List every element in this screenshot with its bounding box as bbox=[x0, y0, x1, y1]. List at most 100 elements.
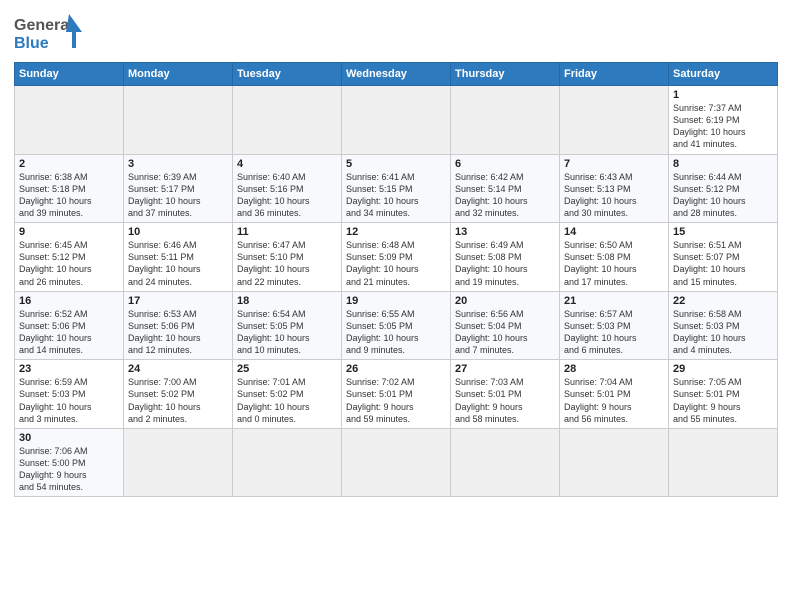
day-number: 24 bbox=[128, 363, 228, 375]
calendar-cell: 6Sunrise: 6:42 AMSunset: 5:14 PMDaylight… bbox=[451, 154, 560, 223]
day-header-saturday: Saturday bbox=[669, 63, 778, 86]
day-header-sunday: Sunday bbox=[15, 63, 124, 86]
day-info: Sunrise: 6:44 AMSunset: 5:12 PMDaylight:… bbox=[673, 171, 773, 220]
calendar-cell bbox=[342, 86, 451, 155]
day-number: 13 bbox=[455, 226, 555, 238]
calendar-cell: 30Sunrise: 7:06 AMSunset: 5:00 PMDayligh… bbox=[15, 428, 124, 497]
week-row-1: 2Sunrise: 6:38 AMSunset: 5:18 PMDaylight… bbox=[15, 154, 778, 223]
day-number: 23 bbox=[19, 363, 119, 375]
calendar-cell: 24Sunrise: 7:00 AMSunset: 5:02 PMDayligh… bbox=[124, 360, 233, 429]
day-number: 8 bbox=[673, 158, 773, 170]
day-number: 6 bbox=[455, 158, 555, 170]
day-info: Sunrise: 6:54 AMSunset: 5:05 PMDaylight:… bbox=[237, 308, 337, 357]
calendar-cell: 11Sunrise: 6:47 AMSunset: 5:10 PMDayligh… bbox=[233, 223, 342, 292]
logo: GeneralBlue bbox=[14, 12, 84, 54]
calendar-cell: 3Sunrise: 6:39 AMSunset: 5:17 PMDaylight… bbox=[124, 154, 233, 223]
day-info: Sunrise: 6:39 AMSunset: 5:17 PMDaylight:… bbox=[128, 171, 228, 220]
day-number: 29 bbox=[673, 363, 773, 375]
day-info: Sunrise: 6:55 AMSunset: 5:05 PMDaylight:… bbox=[346, 308, 446, 357]
day-number: 11 bbox=[237, 226, 337, 238]
day-number: 19 bbox=[346, 295, 446, 307]
day-number: 2 bbox=[19, 158, 119, 170]
calendar-cell: 28Sunrise: 7:04 AMSunset: 5:01 PMDayligh… bbox=[560, 360, 669, 429]
calendar-cell bbox=[451, 428, 560, 497]
week-row-5: 30Sunrise: 7:06 AMSunset: 5:00 PMDayligh… bbox=[15, 428, 778, 497]
calendar-cell bbox=[124, 428, 233, 497]
day-info: Sunrise: 6:50 AMSunset: 5:08 PMDaylight:… bbox=[564, 239, 664, 288]
day-info: Sunrise: 6:46 AMSunset: 5:11 PMDaylight:… bbox=[128, 239, 228, 288]
day-info: Sunrise: 6:56 AMSunset: 5:04 PMDaylight:… bbox=[455, 308, 555, 357]
calendar-cell: 23Sunrise: 6:59 AMSunset: 5:03 PMDayligh… bbox=[15, 360, 124, 429]
day-info: Sunrise: 6:42 AMSunset: 5:14 PMDaylight:… bbox=[455, 171, 555, 220]
day-info: Sunrise: 6:49 AMSunset: 5:08 PMDaylight:… bbox=[455, 239, 555, 288]
day-header-wednesday: Wednesday bbox=[342, 63, 451, 86]
calendar-cell: 16Sunrise: 6:52 AMSunset: 5:06 PMDayligh… bbox=[15, 291, 124, 360]
week-row-4: 23Sunrise: 6:59 AMSunset: 5:03 PMDayligh… bbox=[15, 360, 778, 429]
day-info: Sunrise: 7:00 AMSunset: 5:02 PMDaylight:… bbox=[128, 376, 228, 425]
calendar-cell: 2Sunrise: 6:38 AMSunset: 5:18 PMDaylight… bbox=[15, 154, 124, 223]
calendar-cell bbox=[233, 86, 342, 155]
day-number: 14 bbox=[564, 226, 664, 238]
calendar-cell bbox=[560, 428, 669, 497]
calendar-cell: 4Sunrise: 6:40 AMSunset: 5:16 PMDaylight… bbox=[233, 154, 342, 223]
header-row: SundayMondayTuesdayWednesdayThursdayFrid… bbox=[15, 63, 778, 86]
calendar-cell: 7Sunrise: 6:43 AMSunset: 5:13 PMDaylight… bbox=[560, 154, 669, 223]
day-info: Sunrise: 7:01 AMSunset: 5:02 PMDaylight:… bbox=[237, 376, 337, 425]
day-number: 18 bbox=[237, 295, 337, 307]
day-number: 12 bbox=[346, 226, 446, 238]
calendar-cell: 25Sunrise: 7:01 AMSunset: 5:02 PMDayligh… bbox=[233, 360, 342, 429]
calendar-cell: 29Sunrise: 7:05 AMSunset: 5:01 PMDayligh… bbox=[669, 360, 778, 429]
day-info: Sunrise: 6:52 AMSunset: 5:06 PMDaylight:… bbox=[19, 308, 119, 357]
calendar-cell: 8Sunrise: 6:44 AMSunset: 5:12 PMDaylight… bbox=[669, 154, 778, 223]
page: GeneralBlue SundayMondayTuesdayWednesday… bbox=[0, 0, 792, 612]
calendar-cell: 27Sunrise: 7:03 AMSunset: 5:01 PMDayligh… bbox=[451, 360, 560, 429]
calendar-cell bbox=[124, 86, 233, 155]
day-number: 10 bbox=[128, 226, 228, 238]
calendar-cell: 20Sunrise: 6:56 AMSunset: 5:04 PMDayligh… bbox=[451, 291, 560, 360]
calendar-cell bbox=[233, 428, 342, 497]
calendar-cell bbox=[560, 86, 669, 155]
day-info: Sunrise: 6:47 AMSunset: 5:10 PMDaylight:… bbox=[237, 239, 337, 288]
svg-text:Blue: Blue bbox=[14, 35, 49, 52]
day-info: Sunrise: 6:58 AMSunset: 5:03 PMDaylight:… bbox=[673, 308, 773, 357]
calendar-cell: 10Sunrise: 6:46 AMSunset: 5:11 PMDayligh… bbox=[124, 223, 233, 292]
day-number: 27 bbox=[455, 363, 555, 375]
week-row-3: 16Sunrise: 6:52 AMSunset: 5:06 PMDayligh… bbox=[15, 291, 778, 360]
day-number: 21 bbox=[564, 295, 664, 307]
day-header-friday: Friday bbox=[560, 63, 669, 86]
day-info: Sunrise: 6:41 AMSunset: 5:15 PMDaylight:… bbox=[346, 171, 446, 220]
day-header-monday: Monday bbox=[124, 63, 233, 86]
day-number: 5 bbox=[346, 158, 446, 170]
day-info: Sunrise: 7:04 AMSunset: 5:01 PMDaylight:… bbox=[564, 376, 664, 425]
logo-icon: GeneralBlue bbox=[14, 12, 84, 54]
calendar-cell: 5Sunrise: 6:41 AMSunset: 5:15 PMDaylight… bbox=[342, 154, 451, 223]
day-number: 28 bbox=[564, 363, 664, 375]
calendar-cell: 14Sunrise: 6:50 AMSunset: 5:08 PMDayligh… bbox=[560, 223, 669, 292]
week-row-2: 9Sunrise: 6:45 AMSunset: 5:12 PMDaylight… bbox=[15, 223, 778, 292]
day-header-thursday: Thursday bbox=[451, 63, 560, 86]
day-number: 17 bbox=[128, 295, 228, 307]
day-number: 25 bbox=[237, 363, 337, 375]
day-number: 4 bbox=[237, 158, 337, 170]
calendar-cell: 18Sunrise: 6:54 AMSunset: 5:05 PMDayligh… bbox=[233, 291, 342, 360]
day-number: 1 bbox=[673, 89, 773, 101]
calendar-cell: 21Sunrise: 6:57 AMSunset: 5:03 PMDayligh… bbox=[560, 291, 669, 360]
day-number: 16 bbox=[19, 295, 119, 307]
calendar-cell bbox=[342, 428, 451, 497]
week-row-0: 1Sunrise: 7:37 AMSunset: 6:19 PMDaylight… bbox=[15, 86, 778, 155]
day-number: 26 bbox=[346, 363, 446, 375]
day-info: Sunrise: 7:03 AMSunset: 5:01 PMDaylight:… bbox=[455, 376, 555, 425]
calendar-cell: 9Sunrise: 6:45 AMSunset: 5:12 PMDaylight… bbox=[15, 223, 124, 292]
day-info: Sunrise: 6:45 AMSunset: 5:12 PMDaylight:… bbox=[19, 239, 119, 288]
day-number: 30 bbox=[19, 432, 119, 444]
day-info: Sunrise: 6:51 AMSunset: 5:07 PMDaylight:… bbox=[673, 239, 773, 288]
calendar-cell: 12Sunrise: 6:48 AMSunset: 5:09 PMDayligh… bbox=[342, 223, 451, 292]
day-info: Sunrise: 6:53 AMSunset: 5:06 PMDaylight:… bbox=[128, 308, 228, 357]
day-number: 20 bbox=[455, 295, 555, 307]
calendar-cell bbox=[451, 86, 560, 155]
day-info: Sunrise: 6:38 AMSunset: 5:18 PMDaylight:… bbox=[19, 171, 119, 220]
day-info: Sunrise: 6:43 AMSunset: 5:13 PMDaylight:… bbox=[564, 171, 664, 220]
day-header-tuesday: Tuesday bbox=[233, 63, 342, 86]
calendar-cell: 22Sunrise: 6:58 AMSunset: 5:03 PMDayligh… bbox=[669, 291, 778, 360]
calendar-cell: 15Sunrise: 6:51 AMSunset: 5:07 PMDayligh… bbox=[669, 223, 778, 292]
